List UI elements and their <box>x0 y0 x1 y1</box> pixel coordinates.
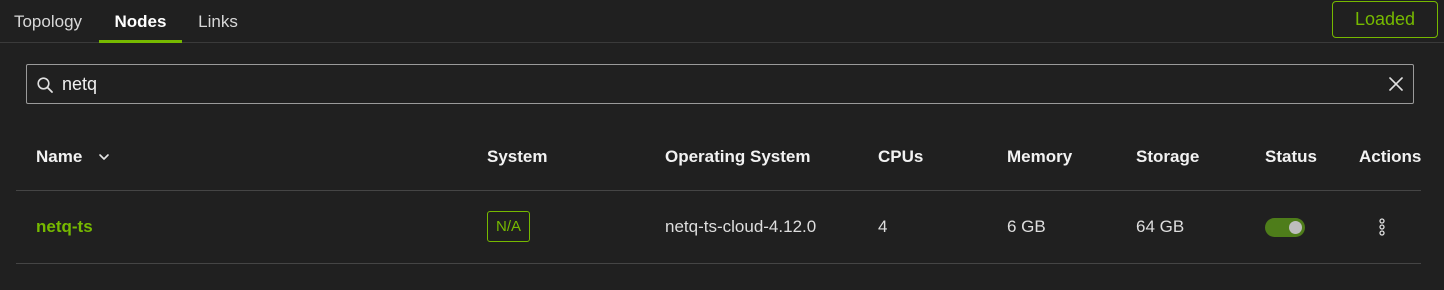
table-row-divider <box>16 263 1421 264</box>
tab-nodes[interactable]: Nodes <box>99 0 182 43</box>
more-vertical-icon[interactable] <box>1372 216 1392 238</box>
loaded-status-button[interactable]: Loaded <box>1332 1 1438 38</box>
column-header-name[interactable]: Name <box>36 147 82 167</box>
column-header-storage: Storage <box>1136 147 1200 166</box>
search-icon <box>37 77 53 93</box>
chevron-down-icon[interactable] <box>97 150 111 164</box>
table-header-divider <box>16 190 1421 191</box>
cpus-cell: 4 <box>878 217 888 236</box>
tab-links[interactable]: Links <box>186 0 250 43</box>
column-header-system: System <box>487 147 548 166</box>
search-input[interactable] <box>62 65 1362 103</box>
node-name-link[interactable]: netq-ts <box>36 217 93 237</box>
column-header-cpus: CPUs <box>878 147 924 166</box>
toggle-knob <box>1289 221 1302 234</box>
column-header-memory: Memory <box>1007 147 1073 166</box>
column-header-status: Status <box>1265 147 1317 166</box>
system-badge: N/A <box>487 211 530 242</box>
status-toggle[interactable] <box>1265 218 1305 237</box>
close-icon[interactable] <box>1387 75 1405 93</box>
column-header-operating-system: Operating System <box>665 147 811 166</box>
tab-bar: Topology Nodes Links <box>0 0 1444 43</box>
tab-topology[interactable]: Topology <box>0 0 96 43</box>
search-box <box>26 64 1414 104</box>
storage-cell: 64 GB <box>1136 217 1185 236</box>
memory-cell: 6 GB <box>1007 217 1046 236</box>
column-header-actions: Actions <box>1359 147 1422 166</box>
operating-system-cell: netq-ts-cloud-4.12.0 <box>665 217 817 236</box>
